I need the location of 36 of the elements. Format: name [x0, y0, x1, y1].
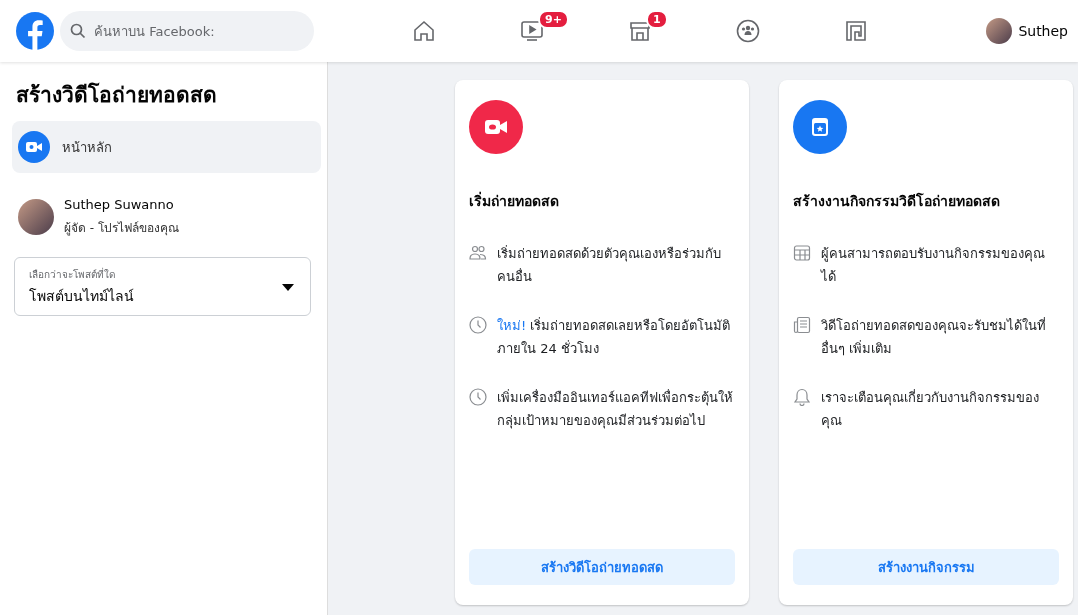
facebook-logo[interactable] [16, 12, 54, 50]
host-role: ผู้จัด - โปรไฟล์ของคุณ [64, 220, 179, 237]
feature-text: เริ่มถ่ายทอดสดด้วยตัวคุณเองหรือร่วมกับคนอื่น [497, 244, 722, 286]
notification-badge: 1 [646, 10, 668, 29]
sidebar-title: สร้างวิดีโอถ่ายทอดสด [16, 81, 218, 109]
clock-icon [469, 316, 487, 334]
host-name: Suthep Suwanno [64, 197, 175, 212]
feature-text: ผู้คนสามารถตอบรับงานกิจกรรมของคุณได้ [821, 245, 1046, 286]
feature-text: เราจะเตือนคุณเกี่ยวกับงานกิจกรรมของคุณ [821, 388, 1040, 431]
notification-badge: 9+ [538, 10, 569, 29]
live-video-icon [469, 100, 523, 154]
calendar-icon [793, 244, 811, 262]
document-icon [793, 316, 811, 334]
post-location-dropdown[interactable]: เลือกว่าจะโพสต์ที่ใด โพสต์บนไทม์ไลน์ [14, 257, 311, 316]
video-icon[interactable] [520, 19, 544, 43]
card-title: เริ่มถ่ายทอดสด [469, 190, 560, 211]
dropdown-caret-icon [282, 283, 294, 291]
avatar-icon [986, 18, 1013, 44]
home-icon[interactable] [412, 19, 436, 43]
sidebar-item[interactable]: หน้าหลัก [12, 121, 321, 173]
store-icon[interactable] [628, 19, 652, 43]
avatar-icon [18, 199, 54, 235]
create-button[interactable]: สร้างงานกิจกรรม [793, 549, 1059, 585]
gaming-icon[interactable] [844, 19, 868, 43]
feature-text: วิดีโอถ่ายทอดสดของคุณจะรับชมได้ในที่อื่นๆ เพิ่มเติม [821, 316, 1047, 358]
card-title: สร้างงานกิจกรรมวิดีโอถ่ายทอดสด [793, 191, 1001, 211]
bell-icon [793, 388, 811, 406]
profile-button[interactable]: Suthep [986, 18, 1068, 44]
search-field[interactable]: ค้นหาบน Facebook: [60, 11, 314, 51]
create-button[interactable]: สร้างวิดีโอถ่ายทอดสด [469, 549, 735, 585]
groups-icon[interactable] [736, 19, 760, 43]
clock-icon [469, 388, 487, 406]
video-camera-icon [18, 131, 50, 163]
feature-text: เพิ่มเครื่องมืออินเทอร์แอคทีฟเพื่อกระตุ้นให้กลุ่มเป้าหมายของคุณมีส่วนร่วมต่อไป [497, 388, 734, 431]
feature-text: ใหม่! เริ่มถ่ายทอดสดเลยหรือโดยอัตโนมัติภายใน 24 ชั่วโมง [497, 316, 732, 358]
people-icon [469, 244, 487, 262]
